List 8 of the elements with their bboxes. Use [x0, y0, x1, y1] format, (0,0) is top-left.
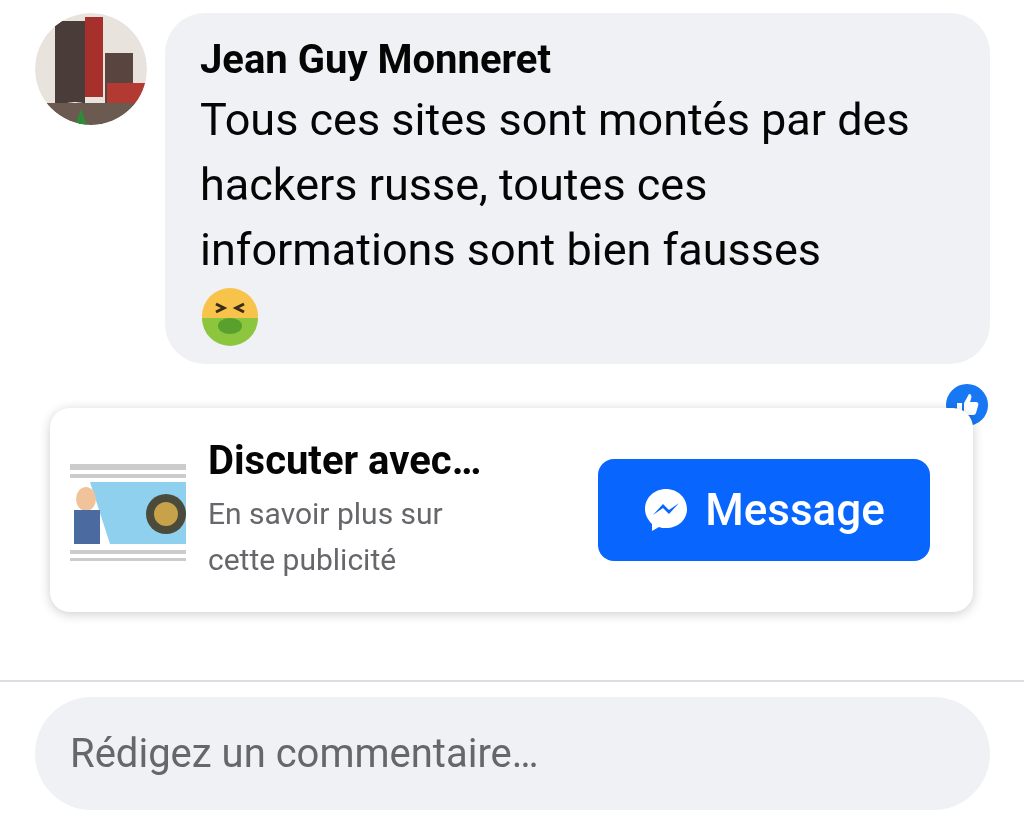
comment-field[interactable]: Rédigez un commentaire… [35, 697, 990, 810]
author-name[interactable]: Jean Guy Monneret [200, 35, 955, 85]
messenger-icon [643, 487, 690, 533]
nauseated-emoji-icon [200, 286, 260, 346]
ad-subtitle[interactable]: En savoir plus sur cette publicité [208, 491, 508, 583]
ad-title[interactable]: Discuter avec… [208, 437, 568, 485]
comment-text: Tous ces sites sont montés par des hackers russe, toutes ces informations sont bien fausses [200, 92, 911, 278]
message-button[interactable]: Message [598, 459, 930, 561]
